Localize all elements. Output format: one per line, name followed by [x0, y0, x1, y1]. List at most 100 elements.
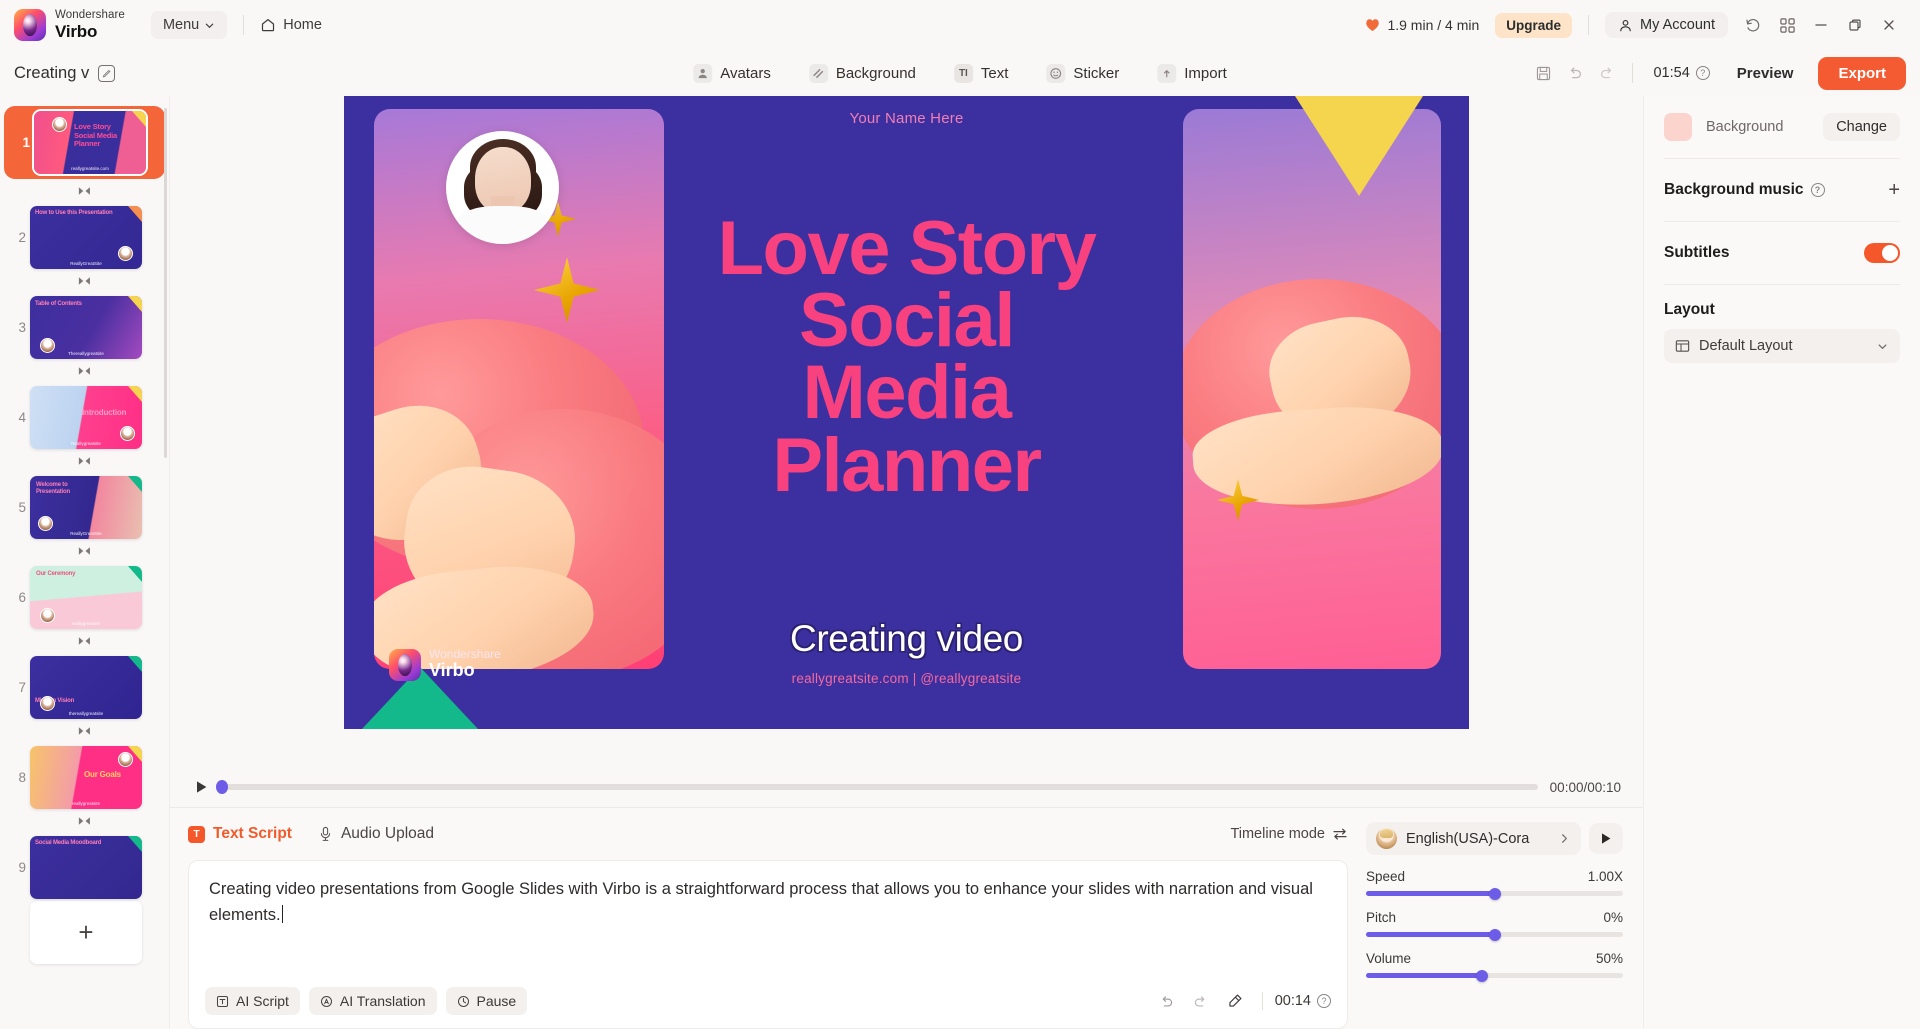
slider-label: Speed — [1366, 869, 1406, 884]
close-icon[interactable] — [1872, 8, 1906, 42]
slide-thumb-1[interactable]: 1 Love Story Social Media Planner reallygr… — [4, 106, 165, 179]
change-background-button[interactable]: Change — [1823, 113, 1900, 141]
slider-track[interactable] — [1366, 969, 1623, 982]
tab-audio-upload[interactable]: Audio Upload — [318, 825, 434, 843]
slide-title[interactable]: Love Story Social Media Planner — [597, 210, 1217, 503]
add-slide-button[interactable]: + — [30, 901, 142, 964]
slide-thumbnail-image[interactable]: Social Media Moodboard — [30, 836, 142, 899]
history-icon[interactable] — [1736, 8, 1770, 42]
slide-thumbnail-image[interactable]: Our Goals reallygreatsite — [30, 746, 142, 809]
help-icon[interactable]: ? — [1810, 183, 1825, 197]
thumbnail-corner-decor — [128, 296, 142, 312]
slide-thumbnail-image[interactable]: Introduction Reallygreatsite — [30, 386, 142, 449]
slide-thumb-5[interactable]: 5 Welcome to Presentation ReallyGreatSite — [0, 476, 169, 539]
save-icon[interactable] — [1528, 58, 1558, 88]
tool-import[interactable]: Import — [1151, 60, 1233, 87]
slider-value: 50% — [1595, 951, 1623, 966]
rename-pencil-icon[interactable] — [98, 64, 116, 82]
slider-knob[interactable] — [1488, 928, 1501, 941]
slide-thumb-7[interactable]: 7 Mission Visionthereallygreatsite — [0, 656, 169, 719]
layout-select[interactable]: Default Layout — [1664, 329, 1900, 363]
tool-avatars[interactable]: Avatars — [687, 60, 777, 87]
thumbnail-art: Social Media Moodboard — [30, 836, 142, 899]
brand-name-top: Wondershare — [55, 8, 125, 21]
slide-thumb-4[interactable]: 4 Introduction Reallygreatsite — [0, 386, 169, 449]
tab-text-script[interactable]: T Text Script — [188, 825, 292, 843]
credits-indicator[interactable]: 1.9 min / 4 min — [1359, 17, 1485, 33]
ai-translation-button[interactable]: AI Translation — [308, 987, 437, 1015]
play-button[interactable] — [192, 780, 210, 794]
preview-button[interactable]: Preview — [1722, 58, 1809, 89]
playback-knob[interactable] — [216, 780, 228, 794]
slide-transition-button[interactable] — [0, 359, 169, 386]
tool-background[interactable]: Background — [803, 60, 922, 87]
slide-transition-button[interactable] — [0, 449, 169, 476]
tool-sticker[interactable]: Sticker — [1040, 60, 1125, 87]
thumbnail-art: Love Story Social Media Planner reallygre… — [34, 111, 146, 174]
slide-number: 8 — [18, 770, 26, 785]
pause-button[interactable]: Pause — [445, 987, 528, 1015]
slide-thumbnail-image[interactable]: Welcome to Presentation ReallyGreatSite — [30, 476, 142, 539]
export-button[interactable]: Export — [1818, 56, 1906, 90]
slider-track[interactable] — [1366, 928, 1623, 941]
slide-thumb-8[interactable]: 8 Our Goals reallygreatsite — [0, 746, 169, 809]
slide-thumb-2[interactable]: 2 How to Use this Presentation ReallyGreat… — [0, 206, 169, 269]
slide-thumb-3[interactable]: 3 Table of Contents Thereallygreatsite — [0, 296, 169, 359]
slider-track[interactable] — [1366, 887, 1623, 900]
help-icon[interactable]: ? — [1695, 66, 1710, 80]
slide-transition-button[interactable] — [0, 629, 169, 656]
clear-format-icon[interactable] — [1220, 986, 1250, 1016]
voice-preview-button[interactable] — [1589, 823, 1623, 854]
slide-transition-button[interactable] — [0, 269, 169, 296]
playback-track[interactable] — [216, 780, 1538, 794]
subtitles-toggle[interactable] — [1864, 243, 1900, 263]
slide-thumbnail-image[interactable]: Mission Visionthereallygreatsite — [30, 656, 142, 719]
redo-icon[interactable] — [1186, 986, 1216, 1016]
slide-transition-button[interactable] — [0, 179, 169, 206]
slide-rail[interactable]: 1 Love Story Social Media Planner reallygr… — [0, 96, 170, 1029]
avatar-presenter[interactable] — [446, 131, 559, 244]
restore-icon[interactable] — [1838, 8, 1872, 42]
slide-canvas[interactable]: Wondershare Virbo Your Name Here Love St… — [344, 96, 1469, 729]
slide-thumb-6[interactable]: 6 Our Ceremony reallygreatsite — [0, 566, 169, 629]
your-name-placeholder[interactable]: Your Name Here — [850, 110, 964, 127]
thumbnail-art: Table of Contents Thereallygreatsite — [30, 296, 142, 359]
apps-grid-icon[interactable] — [1770, 8, 1804, 42]
menu-button[interactable]: Menu — [150, 11, 228, 39]
rail-scrollbar[interactable] — [164, 108, 167, 458]
slide-thumb-9[interactable]: 9 Social Media Moodboard — [0, 836, 169, 899]
add-background-music-button[interactable]: + — [1888, 180, 1900, 200]
slide-transition-button[interactable] — [0, 809, 169, 836]
thumbnail-art: Welcome to Presentation ReallyGreatSite — [30, 476, 142, 539]
slide-number: 2 — [18, 230, 26, 245]
slider-knob[interactable] — [1488, 887, 1501, 900]
undo-icon[interactable] — [1560, 58, 1590, 88]
slide-number: 7 — [18, 680, 26, 695]
timeline-mode-toggle[interactable]: Timeline mode — [1230, 826, 1348, 842]
background-swatch[interactable] — [1664, 113, 1692, 141]
script-textarea[interactable]: Creating video presentations from Google… — [189, 861, 1347, 986]
my-account-button[interactable]: My Account — [1605, 12, 1728, 38]
slide-thumbnail-image[interactable]: Our Ceremony reallygreatsite — [30, 566, 142, 629]
ai-script-button[interactable]: AI Script — [205, 987, 300, 1015]
redo-icon[interactable] — [1592, 58, 1622, 88]
slider-knob[interactable] — [1475, 969, 1488, 982]
slide-thumbnail-image[interactable]: Love Story Social Media Planner reallygre… — [32, 109, 148, 176]
slide-transition-button[interactable] — [0, 539, 169, 566]
slide-thumbnail-image[interactable]: How to Use this Presentation ReallyGreatS… — [30, 206, 142, 269]
home-button[interactable]: Home — [260, 17, 322, 33]
upgrade-button[interactable]: Upgrade — [1495, 12, 1573, 38]
slider-volume: Volume 50% — [1366, 951, 1623, 982]
help-icon[interactable]: ? — [1317, 994, 1331, 1008]
script-editor[interactable]: Creating video presentations from Google… — [188, 860, 1348, 1029]
slide-thumbnail-image[interactable]: Table of Contents Thereallygreatsite — [30, 296, 142, 359]
voice-selector[interactable]: English(USA)-Cora — [1366, 822, 1581, 855]
voice-settings-panel: English(USA)-Cora Speed 1.00X Pitch 0% Volum… — [1366, 808, 1643, 1029]
tool-text[interactable]: TI Text — [948, 60, 1015, 87]
transition-icon — [78, 273, 92, 291]
minimize-icon[interactable] — [1804, 8, 1838, 42]
slide-transition-button[interactable] — [0, 719, 169, 746]
subtitle-caption[interactable]: Creating video — [790, 618, 1023, 660]
undo-icon[interactable] — [1152, 986, 1182, 1016]
playback-timecode: 00:00/00:10 — [1549, 779, 1621, 795]
